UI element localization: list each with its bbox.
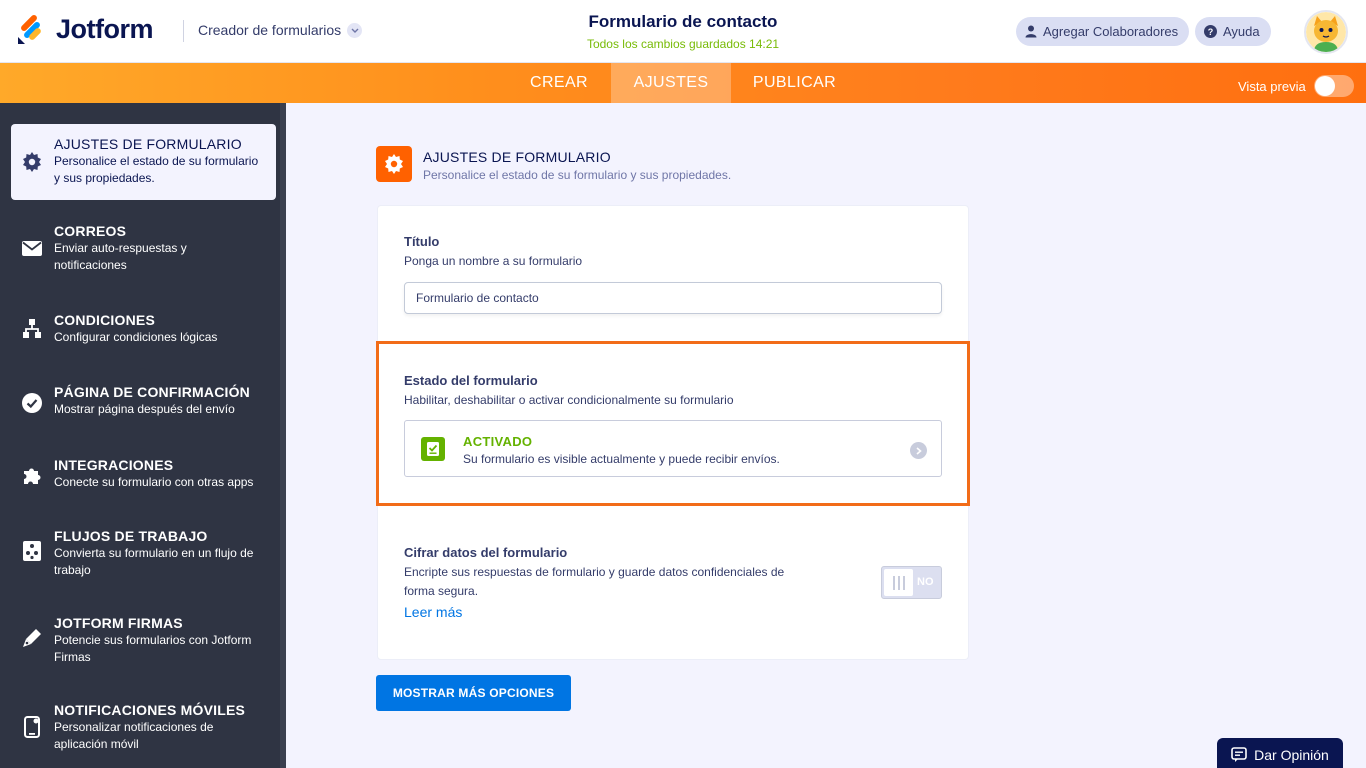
sidebar-item-desc: Enviar auto-respuestas y: [54, 241, 187, 255]
check-circle-icon: [21, 392, 43, 414]
mobile-icon: [21, 716, 43, 738]
sidebar-item-desc: aplicación móvil: [54, 737, 139, 751]
pen-nib-icon: [21, 627, 43, 649]
encrypt-toggle[interactable]: NO: [881, 566, 942, 599]
gear-icon: [376, 146, 412, 182]
toggle-knob: [884, 569, 913, 596]
sidebar-item-title: FLUJOS DE TRABAJO: [54, 528, 208, 544]
sidebar-item-form-settings[interactable]: AJUSTES DE FORMULARIO Personalice el est…: [11, 124, 276, 200]
sidebar-item-desc: Personalice el estado de su formulario: [54, 154, 259, 168]
sidebar-item-desc: notificaciones: [54, 258, 127, 272]
encrypt-field-desc: Encripte sus respuestas de formulario y …: [404, 565, 785, 579]
help-button[interactable]: ? Ayuda: [1195, 17, 1271, 46]
preview-control: Vista previa: [1238, 75, 1354, 97]
sidebar-item-workflows[interactable]: FLUJOS DE TRABAJO Convierta su formulari…: [11, 528, 276, 580]
section-description: Personalice el estado de su formulario y…: [423, 168, 732, 182]
sidebar-item-desc: Convierta su formulario en un flujo de: [54, 546, 254, 560]
user-icon: [1025, 25, 1037, 38]
sidebar-item-integrations[interactable]: INTEGRACIONES Conecte su formulario con …: [11, 457, 276, 493]
form-status-selector[interactable]: ACTIVADO Su formulario es visible actual…: [404, 420, 942, 477]
sidebar-scrollbar[interactable]: [280, 103, 286, 768]
svg-text:?: ?: [1208, 27, 1214, 37]
help-icon: ?: [1204, 25, 1217, 38]
sidebar-item-title: PÁGINA DE CONFIRMACIÓN: [54, 384, 250, 400]
title-field-desc: Ponga un nombre a su formulario: [404, 254, 583, 268]
feedback-button[interactable]: Dar Opinión: [1217, 738, 1343, 768]
status-description: Su formulario es visible actualmente y p…: [463, 452, 780, 466]
section-header: AJUSTES DE FORMULARIO Personalice el est…: [376, 146, 731, 182]
sidebar-item-desc: Firmas: [54, 650, 91, 664]
top-header: Jotform Creador de formularios Formulari…: [0, 0, 1366, 63]
sidebar-item-desc: Configurar condiciones lógicas: [54, 330, 218, 344]
tab-publicar[interactable]: PUBLICAR: [731, 63, 858, 103]
settings-sidebar: AJUSTES DE FORMULARIO Personalice el est…: [0, 103, 286, 768]
encrypt-field-label: Cifrar datos del formulario: [404, 545, 568, 560]
feedback-icon: [1231, 747, 1247, 762]
feedback-label: Dar Opinión: [1254, 747, 1329, 763]
sidebar-item-desc: Personalizar notificaciones de: [54, 720, 214, 734]
add-collaborators-label: Agregar Colaboradores: [1043, 24, 1179, 39]
workflow-icon: [21, 540, 43, 562]
show-more-options-button[interactable]: MOSTRAR MÁS OPCIONES: [376, 675, 571, 711]
sidebar-item-emails[interactable]: CORREOS Enviar auto-respuestas y notific…: [11, 223, 276, 275]
sidebar-item-conditions[interactable]: CONDICIONES Configurar condiciones lógic…: [11, 312, 276, 348]
form-title[interactable]: Formulario de contacto: [483, 12, 883, 32]
help-label: Ayuda: [1223, 24, 1260, 39]
section-title: AJUSTES DE FORMULARIO: [423, 149, 611, 165]
main-nav: CREAR AJUSTES PUBLICAR Vista previa: [0, 63, 1366, 103]
sidebar-item-jotform-sign[interactable]: JOTFORM FIRMAS Potencie sus formularios …: [11, 615, 276, 667]
sidebar-item-title: CORREOS: [54, 223, 127, 239]
builder-dropdown[interactable]: Creador de formularios: [198, 22, 363, 38]
sidebar-item-desc: Potencie sus formularios con Jotform: [54, 633, 252, 647]
read-more-link[interactable]: Leer más: [404, 604, 462, 620]
logo-text: Jotform: [56, 14, 154, 44]
chevron-down-icon: [347, 22, 363, 38]
status-field-desc: Habilitar, deshabilitar o activar condic…: [404, 393, 734, 407]
sitemap-icon: [21, 318, 43, 340]
header-divider: [183, 20, 184, 42]
sidebar-item-mobile-notifications[interactable]: NOTIFICACIONES MÓVILES Personalizar noti…: [11, 702, 276, 754]
preview-label: Vista previa: [1238, 78, 1306, 94]
add-collaborators-button[interactable]: Agregar Colaboradores: [1016, 17, 1190, 46]
sidebar-item-title: INTEGRACIONES: [54, 457, 174, 473]
chevron-right-icon: [910, 442, 927, 459]
gear-icon: [21, 151, 43, 173]
sidebar-item-title: JOTFORM FIRMAS: [54, 615, 183, 631]
tab-crear[interactable]: CREAR: [507, 63, 611, 103]
sidebar-item-confirmation-page[interactable]: PÁGINA DE CONFIRMACIÓN Mostrar página de…: [11, 384, 276, 420]
status-value: ACTIVADO: [463, 434, 533, 449]
save-status: Todos los cambios guardados 14:21: [586, 37, 780, 51]
sidebar-item-title: AJUSTES DE FORMULARIO: [54, 136, 242, 152]
avatar[interactable]: [1304, 10, 1348, 54]
preview-toggle[interactable]: [1313, 75, 1354, 97]
encrypt-field-desc: forma segura.: [404, 584, 479, 598]
form-title-block: Formulario de contacto Todos los cambios…: [483, 12, 883, 51]
status-field-label: Estado del formulario: [404, 373, 538, 388]
sidebar-item-title: CONDICIONES: [54, 312, 155, 328]
tab-ajustes[interactable]: AJUSTES: [611, 63, 731, 103]
puzzle-icon: [21, 465, 43, 487]
sidebar-item-title: NOTIFICACIONES MÓVILES: [54, 702, 246, 718]
title-field-label: Título: [404, 234, 440, 249]
sidebar-item-desc: y sus propiedades.: [54, 171, 155, 185]
form-enabled-icon: [421, 437, 445, 461]
envelope-icon: [21, 237, 43, 259]
sidebar-item-desc: Conecte su formulario con otras apps: [54, 475, 254, 489]
jotform-logo[interactable]: Jotform: [16, 14, 154, 45]
builder-dropdown-label: Creador de formularios: [198, 22, 342, 38]
encrypt-toggle-label: NO: [917, 576, 934, 588]
sidebar-item-desc: Mostrar página después del envío: [54, 402, 235, 416]
sidebar-item-desc: trabajo: [54, 563, 91, 577]
form-title-input[interactable]: Formulario de contacto: [404, 282, 942, 314]
jotform-logo-icon: [16, 14, 44, 45]
